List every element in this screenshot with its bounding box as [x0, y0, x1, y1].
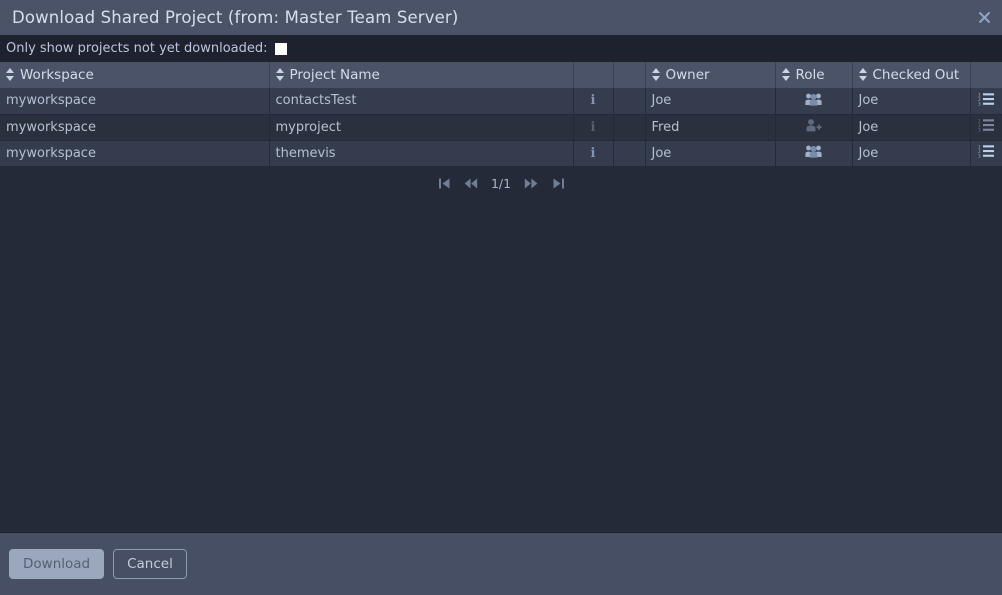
projects-table-container: Workspace Project Name Owner Role Checke…: [0, 62, 1002, 532]
cell-workspace: myworkspace: [0, 114, 270, 141]
sort-icon: [651, 68, 661, 81]
column-header-owner[interactable]: Owner: [645, 62, 776, 88]
cell-owner: Fred: [645, 114, 776, 141]
dialog-titlebar: Download Shared Project (from: Master Te…: [0, 0, 1002, 35]
numbered-list-icon[interactable]: 1 2 3: [978, 118, 995, 136]
numbered-list-icon[interactable]: 1 2 3: [978, 144, 995, 162]
column-header-actions: [970, 62, 1002, 88]
user-add-icon[interactable]: [805, 118, 822, 136]
header-row: Workspace Project Name Owner Role Checke…: [0, 62, 1002, 88]
cell-project-name: themevis: [269, 140, 574, 167]
filter-toolbar: Only show projects not yet downloaded:: [0, 35, 1002, 62]
next-page-icon[interactable]: [523, 175, 539, 191]
column-header-blank: [613, 62, 646, 88]
projects-table: Workspace Project Name Owner Role Checke…: [0, 62, 1002, 167]
cell-workspace: myworkspace: [0, 140, 270, 167]
column-header-role-label: Role: [795, 67, 825, 83]
cell-actions[interactable]: 1 2 3: [970, 114, 1002, 141]
cell-checked-out: Joe: [852, 140, 971, 167]
column-header-project-name[interactable]: Project Name: [269, 62, 574, 88]
first-page-icon[interactable]: [436, 175, 452, 191]
cell-checked-out: Joe: [852, 114, 971, 141]
column-header-checked-out[interactable]: Checked Out: [852, 62, 971, 88]
column-header-workspace[interactable]: Workspace: [0, 62, 270, 88]
sort-icon: [6, 68, 15, 81]
filter-label: Only show projects not yet downloaded:: [6, 41, 268, 56]
users-group-icon[interactable]: [805, 92, 822, 110]
cell-info[interactable]: i: [573, 114, 614, 141]
info-icon[interactable]: i: [591, 94, 596, 107]
page-indicator: 1/1: [490, 175, 512, 191]
dialog-title: Download Shared Project (from: Master Te…: [12, 8, 459, 27]
sort-icon: [275, 68, 285, 81]
info-icon[interactable]: i: [591, 121, 596, 134]
column-header-info: [573, 62, 614, 88]
cell-info[interactable]: i: [573, 88, 614, 115]
table-row[interactable]: myworkspace themevis i Joe Joe 1 2 3: [0, 140, 1002, 167]
cancel-button[interactable]: Cancel: [113, 549, 187, 579]
cell-info[interactable]: i: [573, 140, 614, 167]
cell-owner: Joe: [645, 88, 776, 115]
cell-role[interactable]: [775, 140, 853, 167]
projects-table-header: Workspace Project Name Owner Role Checke…: [0, 62, 1002, 88]
download-shared-project-dialog: Download Shared Project (from: Master Te…: [0, 0, 1002, 595]
sort-icon: [781, 68, 791, 81]
cell-actions[interactable]: 1 2 3: [970, 140, 1002, 167]
column-header-workspace-label: Workspace: [20, 67, 94, 83]
cell-workspace: myworkspace: [0, 88, 270, 115]
cell-role[interactable]: [775, 114, 853, 141]
cell-blank: [613, 114, 646, 141]
dialog-footer: Download Cancel: [0, 532, 1002, 595]
table-row[interactable]: myworkspace myproject i Fred Joe 1 2 3: [0, 114, 1002, 141]
info-icon[interactable]: i: [591, 147, 596, 160]
column-header-project-name-label: Project Name: [289, 67, 380, 83]
pagination-bar: 1/1: [0, 166, 1002, 197]
numbered-list-icon[interactable]: 1 2 3: [978, 92, 995, 110]
users-group-icon[interactable]: [805, 144, 822, 162]
column-header-checked-out-label: Checked Out: [872, 67, 960, 83]
svg-text:3: 3: [978, 101, 981, 105]
column-header-role[interactable]: Role: [775, 62, 853, 88]
sort-icon: [858, 68, 868, 81]
column-header-owner-label: Owner: [665, 67, 710, 83]
table-row[interactable]: myworkspace contactsTest i Joe Joe 1 2 3: [0, 88, 1002, 115]
projects-table-body: myworkspace contactsTest i Joe Joe 1 2 3…: [0, 88, 1002, 167]
last-page-icon[interactable]: [550, 175, 566, 191]
cell-role[interactable]: [775, 88, 853, 115]
cell-owner: Joe: [645, 140, 776, 167]
previous-page-icon[interactable]: [463, 175, 479, 191]
download-button[interactable]: Download: [9, 549, 105, 579]
only-not-downloaded-checkbox[interactable]: [274, 42, 287, 55]
cell-project-name: contactsTest: [269, 88, 574, 115]
svg-text:3: 3: [978, 154, 981, 158]
cell-actions[interactable]: 1 2 3: [970, 88, 1002, 115]
cell-blank: [613, 88, 646, 115]
cell-blank: [613, 140, 646, 167]
cell-checked-out: Joe: [852, 88, 971, 115]
svg-text:3: 3: [978, 128, 981, 132]
close-icon[interactable]: [976, 10, 992, 26]
cell-project-name: myproject: [269, 114, 574, 141]
